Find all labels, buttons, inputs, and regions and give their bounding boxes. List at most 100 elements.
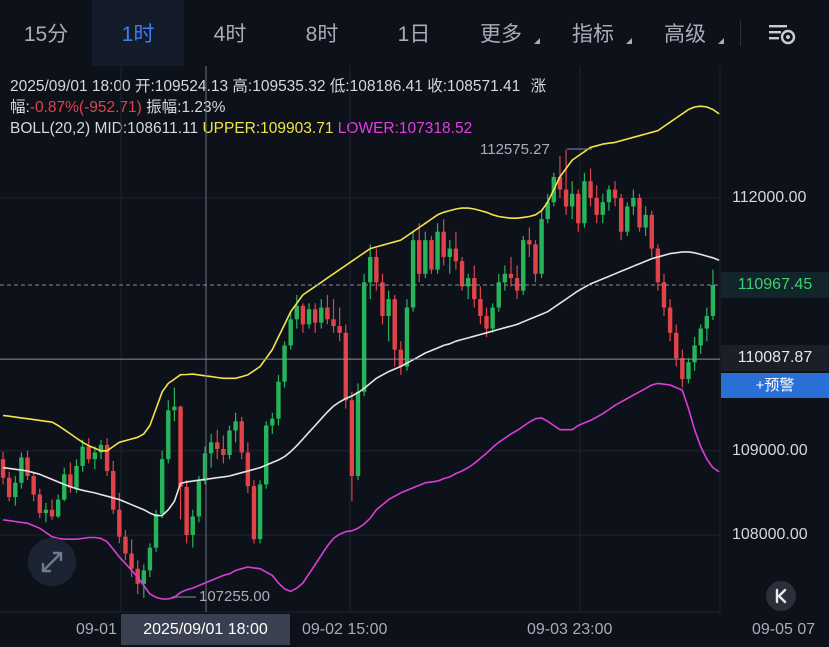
- candle-body: [288, 319, 293, 346]
- candle-body: [227, 430, 232, 455]
- candle-body: [31, 476, 36, 495]
- boll-upper-line: [2, 105, 720, 452]
- candle-body: [331, 319, 336, 327]
- jump-to-latest-icon[interactable]: [766, 581, 796, 611]
- candle-body: [257, 484, 263, 540]
- current-price-tag: 110967.45: [721, 272, 829, 298]
- candle-body: [368, 256, 373, 283]
- candle-body: [25, 457, 30, 477]
- candle-body: [582, 181, 587, 224]
- candle-body: [306, 309, 312, 325]
- candle-body: [600, 202, 605, 215]
- crosshair-price-tag: 110087.87: [721, 345, 829, 371]
- candle-body: [355, 391, 361, 477]
- candle-body: [686, 362, 691, 380]
- candle-body: [37, 494, 42, 514]
- candle-body: [6, 477, 12, 498]
- candlestick-chart[interactable]: [0, 0, 829, 647]
- candle-body: [312, 309, 318, 323]
- candle-body: [111, 470, 116, 510]
- low-mark-label: 107255.00: [199, 588, 270, 605]
- candle-body: [74, 465, 79, 488]
- candle-body: [496, 282, 501, 308]
- candle-body: [576, 193, 581, 224]
- candle-body: [337, 326, 342, 333]
- candle-body: [239, 421, 244, 453]
- candle-body: [472, 278, 477, 300]
- candle-body: [117, 509, 122, 537]
- candle-body: [484, 315, 489, 329]
- candle-body: [594, 198, 599, 215]
- candle-body: [196, 481, 202, 517]
- candle-body: [435, 231, 440, 270]
- candle-body: [661, 282, 667, 308]
- crosshair-time-label: 2025/09/01 18:00: [121, 614, 290, 645]
- candle-body: [643, 214, 648, 228]
- candle-body: [123, 536, 128, 554]
- candle-body: [649, 214, 654, 249]
- x-tick-label: 09-02 15:00: [302, 621, 388, 638]
- candle-body: [361, 282, 367, 392]
- x-tick-label: 09-01: [76, 621, 117, 638]
- candle-body: [539, 219, 544, 274]
- candle-body: [612, 189, 618, 198]
- candle-body: [398, 349, 404, 367]
- candle-body: [55, 499, 61, 517]
- x-tick-label: 09-05 07: [752, 621, 816, 638]
- candle-body: [588, 181, 593, 198]
- candle-body: [208, 442, 214, 454]
- candle-body: [508, 273, 514, 279]
- high-mark-label: 112575.27: [480, 141, 550, 158]
- boll-mid-line: [2, 251, 720, 517]
- candle-body: [159, 459, 165, 514]
- candle-body: [178, 406, 183, 487]
- candle-body: [92, 452, 98, 460]
- candle-body: [349, 400, 355, 477]
- candle-body: [374, 256, 379, 283]
- candle-body: [129, 553, 134, 569]
- fullscreen-expand-icon[interactable]: [28, 538, 76, 586]
- y-tick-label: 109000.00: [732, 442, 808, 459]
- candle-body: [680, 358, 685, 380]
- candle-body: [667, 307, 673, 333]
- y-tick-label: 108000.00: [732, 526, 808, 543]
- candle-body: [674, 332, 679, 359]
- x-tick-label: 09-03 23:00: [527, 621, 613, 638]
- candle-body: [416, 240, 422, 274]
- candle-body: [172, 406, 177, 411]
- candle-body: [141, 570, 147, 584]
- candle-body: [404, 307, 410, 367]
- candle-body: [502, 273, 508, 283]
- candle-body: [300, 305, 306, 325]
- candle-body: [453, 248, 459, 262]
- candle-body: [618, 198, 624, 232]
- candle-body: [392, 299, 397, 350]
- price-alert-button[interactable]: +预警: [721, 373, 829, 398]
- candle-body: [698, 328, 703, 346]
- candle-body: [49, 509, 55, 517]
- candle-body: [282, 345, 287, 382]
- candle-body: [429, 240, 434, 270]
- candle-body: [423, 240, 428, 274]
- y-tick-label: 112000.00: [732, 189, 807, 206]
- candle-body: [221, 449, 226, 455]
- candle-body: [625, 206, 630, 232]
- candle-body: [521, 240, 526, 291]
- candle-body: [514, 278, 520, 291]
- candle-body: [478, 299, 483, 316]
- candle-body: [13, 482, 18, 498]
- candle-body: [704, 315, 710, 329]
- candle-body: [447, 248, 452, 257]
- candle-body: [62, 474, 67, 500]
- candle-body: [245, 452, 251, 487]
- candle-body: [343, 332, 348, 401]
- candle-body: [202, 453, 208, 482]
- candle-body: [43, 509, 49, 514]
- candle-body: [563, 189, 569, 207]
- candle-body: [270, 418, 275, 426]
- candle-body: [294, 305, 300, 320]
- boll-lower-line: [2, 382, 720, 600]
- candle-body: [710, 285, 716, 316]
- candle-body: [606, 189, 612, 203]
- candle-body: [533, 244, 538, 274]
